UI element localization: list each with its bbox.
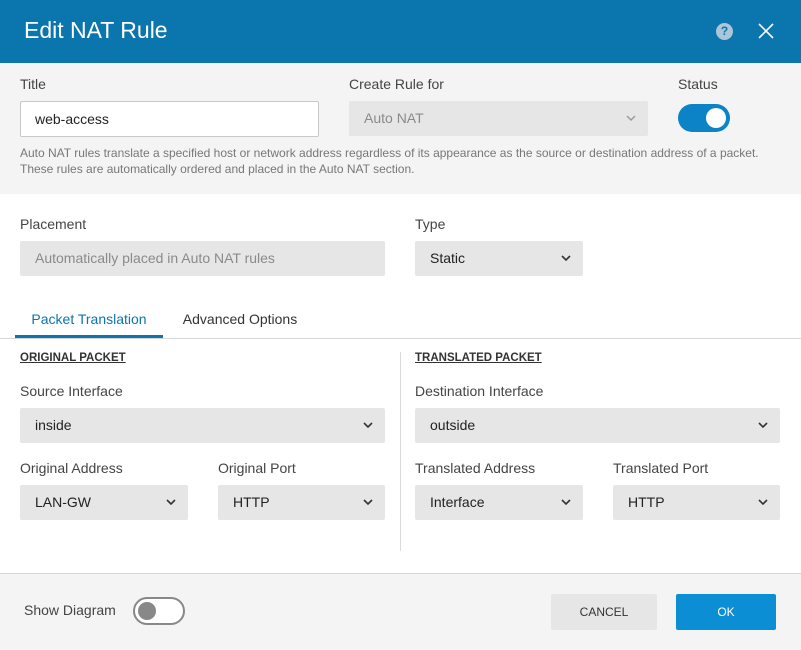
destination-interface-value: outside: [430, 417, 476, 433]
original-address-value: LAN-GW: [35, 494, 91, 510]
chevron-down-icon: [758, 422, 768, 429]
destination-interface-label: Destination Interface: [415, 383, 544, 399]
destination-interface-select[interactable]: outside: [415, 408, 780, 443]
translated-address-value: Interface: [430, 494, 485, 510]
placement-label: Placement: [20, 216, 87, 232]
original-address-select[interactable]: LAN-GW: [20, 485, 188, 520]
tab-advanced-options[interactable]: Advanced Options: [168, 302, 312, 338]
original-port-label: Original Port: [218, 460, 296, 476]
auto-nat-help-text: Auto NAT rules translate a specified hos…: [20, 146, 759, 176]
show-diagram-toggle[interactable]: [133, 597, 185, 625]
dialog-title: Edit NAT Rule: [24, 17, 168, 43]
original-port-select[interactable]: HTTP: [218, 485, 385, 520]
title-input[interactable]: web-access: [20, 101, 319, 137]
title-label: Title: [20, 76, 46, 92]
chevron-down-icon: [363, 422, 373, 429]
status-toggle[interactable]: [678, 104, 730, 132]
original-packet-heading: ORIGINAL PACKET: [20, 352, 126, 364]
close-icon[interactable]: [757, 22, 775, 40]
cancel-button[interactable]: CANCEL: [551, 594, 657, 630]
chevron-down-icon: [363, 499, 373, 506]
create-rule-select: Auto NAT: [349, 101, 648, 136]
type-select[interactable]: Static: [415, 241, 583, 276]
translated-port-select[interactable]: HTTP: [613, 485, 780, 520]
chevron-down-icon: [758, 499, 768, 506]
status-label: Status: [678, 76, 718, 92]
type-label: Type: [415, 216, 446, 232]
translated-packet-heading: TRANSLATED PACKET: [415, 352, 542, 364]
toggle-knob: [138, 602, 156, 620]
translated-port-label: Translated Port: [613, 460, 709, 476]
create-rule-value: Auto NAT: [364, 110, 424, 126]
dialog-header: Edit NAT Rule ?: [0, 0, 801, 63]
translated-port-value: HTTP: [628, 494, 665, 510]
tab-divider: [0, 338, 801, 339]
create-rule-label: Create Rule for: [349, 76, 444, 92]
chevron-down-icon: [166, 499, 176, 506]
translated-address-select[interactable]: Interface: [415, 485, 583, 520]
original-port-value: HTTP: [233, 494, 270, 510]
translated-address-label: Translated Address: [415, 460, 536, 476]
chevron-down-icon: [561, 499, 571, 506]
chevron-down-icon: [561, 255, 571, 262]
original-address-label: Original Address: [20, 460, 123, 476]
type-value: Static: [430, 250, 466, 266]
show-diagram-label: Show Diagram: [24, 602, 116, 618]
placement-value: Automatically placed in Auto NAT rules: [35, 250, 275, 266]
source-interface-select[interactable]: inside: [20, 408, 385, 443]
placement-field: Automatically placed in Auto NAT rules: [20, 241, 385, 276]
source-interface-label: Source Interface: [20, 383, 123, 399]
toggle-knob: [706, 108, 726, 128]
chevron-down-icon: [626, 115, 636, 122]
packet-divider: [400, 352, 401, 551]
tab-packet-translation[interactable]: Packet Translation: [15, 302, 163, 338]
ok-button[interactable]: OK: [676, 594, 776, 630]
source-interface-value: inside: [35, 417, 72, 433]
help-icon[interactable]: ?: [716, 23, 733, 40]
